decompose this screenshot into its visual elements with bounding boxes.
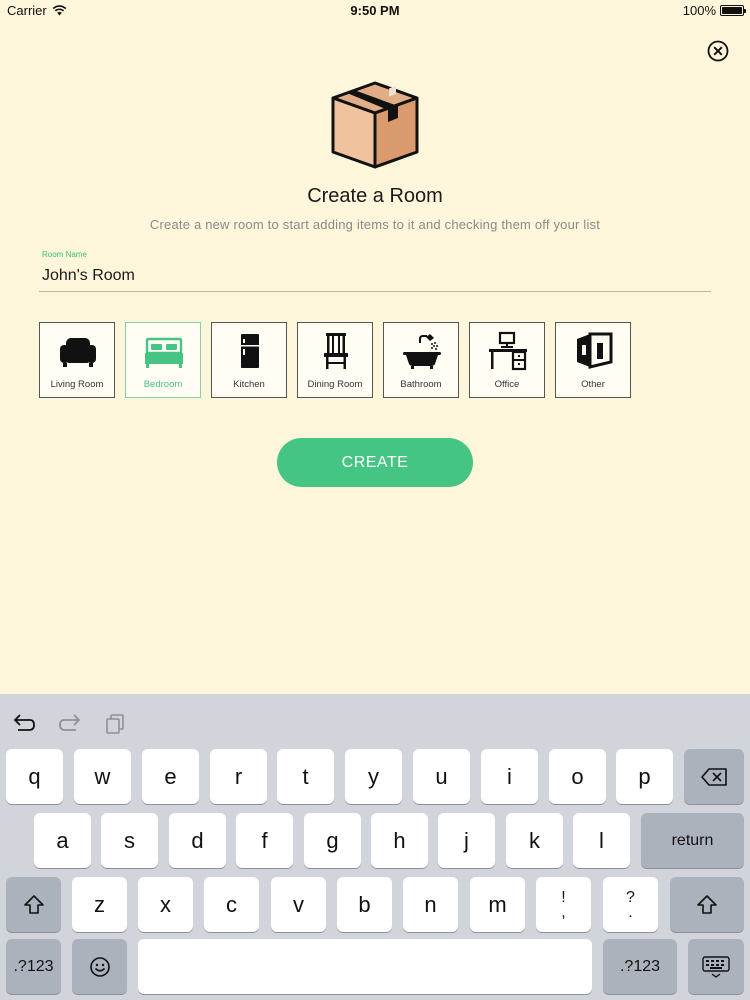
emoji-icon bbox=[89, 956, 110, 977]
room-type-label: Living Room bbox=[50, 379, 104, 390]
key-e[interactable]: e bbox=[142, 749, 199, 804]
room-type-label: Bedroom bbox=[143, 379, 183, 390]
room-type-list: Living Room Bedroom Kitchen Dining Room … bbox=[39, 322, 631, 398]
page-title: Create a Room bbox=[307, 185, 443, 207]
key-a[interactable]: a bbox=[34, 813, 91, 868]
key-t[interactable]: t bbox=[277, 749, 334, 804]
room-type-dining-room[interactable]: Dining Room bbox=[297, 322, 373, 398]
status-bar: Carrier 9:50 PM 100% bbox=[0, 0, 750, 22]
key-k[interactable]: k bbox=[506, 813, 563, 868]
room-type-living-room[interactable]: Living Room bbox=[39, 322, 115, 398]
room-name-input[interactable] bbox=[40, 262, 711, 290]
room-type-bathroom[interactable]: Bathroom bbox=[383, 322, 459, 398]
room-type-label: Other bbox=[581, 379, 605, 390]
key-question-period[interactable]: ? . bbox=[603, 877, 658, 932]
key-q[interactable]: q bbox=[6, 749, 63, 804]
key-f[interactable]: f bbox=[236, 813, 293, 868]
shift-icon bbox=[23, 894, 44, 914]
status-time: 9:50 PM bbox=[350, 3, 400, 18]
key-top-glyph: ! bbox=[561, 888, 566, 906]
key-d[interactable]: d bbox=[169, 813, 226, 868]
room-type-other[interactable]: Other bbox=[555, 322, 631, 398]
keyboard-toolbar bbox=[0, 694, 750, 744]
key-s[interactable]: s bbox=[101, 813, 158, 868]
numbers-key-left[interactable]: .?123 bbox=[6, 939, 61, 994]
page-subtitle: Create a new room to start adding items … bbox=[149, 217, 601, 232]
create-button[interactable]: CREATE bbox=[277, 438, 473, 487]
key-i[interactable]: i bbox=[481, 749, 538, 804]
key-v[interactable]: v bbox=[271, 877, 326, 932]
keyboard: q w e r t y u i o p a s d f g h j k l re… bbox=[0, 694, 750, 1000]
key-j[interactable]: j bbox=[438, 813, 495, 868]
battery-icon bbox=[720, 5, 746, 16]
keyboard-dismiss-icon bbox=[702, 955, 730, 978]
key-b[interactable]: b bbox=[337, 877, 392, 932]
key-bottom-glyph: , bbox=[561, 903, 566, 921]
room-type-kitchen[interactable]: Kitchen bbox=[211, 322, 287, 398]
key-x[interactable]: x bbox=[138, 877, 193, 932]
battery-percent: 100% bbox=[682, 3, 716, 18]
key-o[interactable]: o bbox=[549, 749, 606, 804]
backspace-icon bbox=[701, 767, 727, 786]
key-n[interactable]: n bbox=[403, 877, 458, 932]
armchair-icon bbox=[60, 338, 96, 367]
key-exclamation-comma[interactable]: ! , bbox=[536, 877, 591, 932]
key-y[interactable]: y bbox=[345, 749, 402, 804]
key-c[interactable]: c bbox=[204, 877, 259, 932]
room-icon bbox=[577, 332, 613, 369]
refrigerator-icon bbox=[241, 334, 259, 368]
room-name-label: Room Name bbox=[42, 250, 87, 259]
room-type-label: Dining Room bbox=[307, 379, 363, 390]
redo-icon[interactable] bbox=[58, 712, 82, 734]
cardboard-box-icon bbox=[331, 81, 419, 169]
emoji-key[interactable] bbox=[72, 939, 127, 994]
space-key[interactable] bbox=[138, 939, 592, 994]
bathtub-icon bbox=[403, 334, 441, 369]
room-type-bedroom[interactable]: Bedroom bbox=[125, 322, 201, 398]
key-h[interactable]: h bbox=[371, 813, 428, 868]
room-name-underline bbox=[39, 291, 711, 292]
key-bottom-glyph: . bbox=[628, 903, 633, 921]
shift-key-left[interactable] bbox=[6, 877, 61, 932]
dining-chair-icon bbox=[324, 333, 348, 369]
key-top-glyph: ? bbox=[626, 888, 635, 906]
room-type-label: Bathroom bbox=[400, 379, 442, 390]
paste-icon[interactable] bbox=[104, 712, 128, 734]
key-r[interactable]: r bbox=[210, 749, 267, 804]
key-m[interactable]: m bbox=[470, 877, 525, 932]
numbers-key-right[interactable]: .?123 bbox=[603, 939, 677, 994]
dismiss-keyboard-key[interactable] bbox=[688, 939, 744, 994]
undo-icon[interactable] bbox=[12, 712, 36, 734]
return-key[interactable]: return bbox=[641, 813, 744, 868]
room-type-label: Office bbox=[494, 379, 520, 390]
key-p[interactable]: p bbox=[616, 749, 673, 804]
room-type-office[interactable]: Office bbox=[469, 322, 545, 398]
key-g[interactable]: g bbox=[304, 813, 361, 868]
key-z[interactable]: z bbox=[72, 877, 127, 932]
desk-icon bbox=[489, 331, 527, 371]
shift-icon bbox=[697, 894, 717, 914]
key-w[interactable]: w bbox=[74, 749, 131, 804]
shift-key-right[interactable] bbox=[670, 877, 744, 932]
key-l[interactable]: l bbox=[573, 813, 630, 868]
close-icon[interactable] bbox=[707, 40, 729, 62]
key-u[interactable]: u bbox=[413, 749, 470, 804]
room-type-label: Kitchen bbox=[233, 379, 265, 390]
status-right: 100% bbox=[682, 3, 746, 18]
delete-key[interactable] bbox=[684, 749, 744, 804]
bed-icon bbox=[145, 337, 183, 368]
